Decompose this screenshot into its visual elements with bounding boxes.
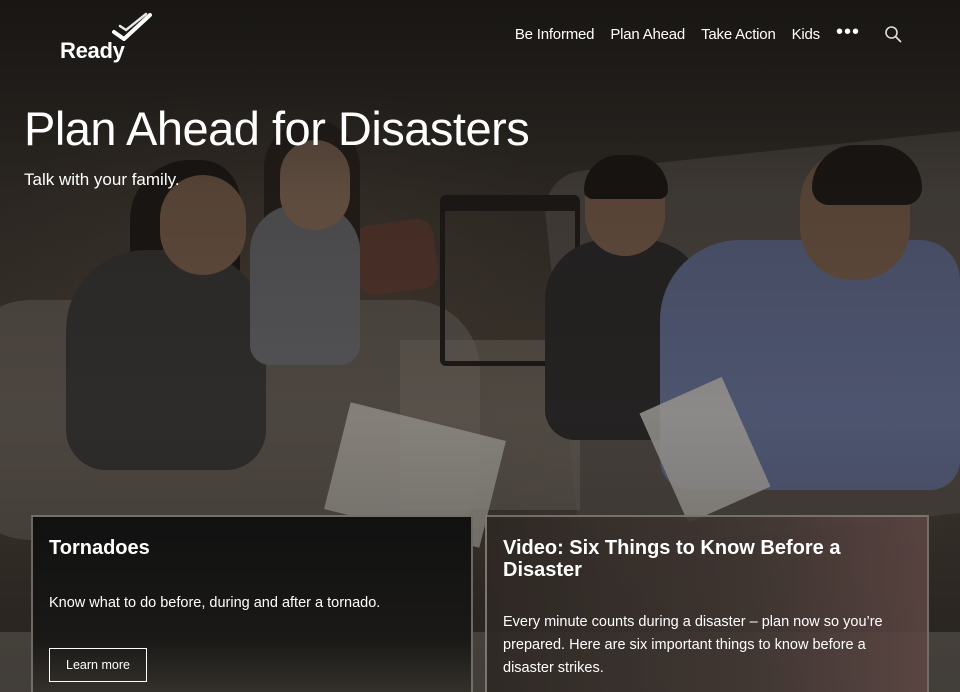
card-text: Every minute counts during a disaster – … — [503, 614, 883, 676]
nav-kids[interactable]: Kids — [792, 26, 821, 43]
video-card[interactable]: Video: Six Things to Know Before a Disas… — [485, 515, 929, 692]
card-title: Video: Six Things to Know Before a Disas… — [503, 537, 841, 581]
search-icon[interactable] — [884, 25, 902, 43]
logo-text: Ready — [60, 38, 125, 63]
learn-more-button[interactable]: Learn more — [49, 648, 147, 682]
page-subtitle: Talk with your family. — [24, 170, 180, 189]
main-nav: Be Informed Plan Ahead Take Action Kids … — [515, 22, 902, 46]
card-text: Know what to do before, during and after… — [49, 595, 381, 611]
nav-plan-ahead[interactable]: Plan Ahead — [610, 26, 685, 43]
nav-take-action[interactable]: Take Action — [701, 26, 776, 43]
more-dots-icon[interactable]: ••• — [836, 22, 860, 42]
ready-logo[interactable]: Ready — [58, 12, 158, 68]
page-title: Plan Ahead for Disasters — [24, 102, 530, 155]
tornadoes-card[interactable]: Tornadoes Know what to do before, during… — [31, 515, 473, 692]
nav-be-informed[interactable]: Be Informed — [515, 26, 595, 43]
card-title: Tornadoes — [49, 537, 150, 559]
